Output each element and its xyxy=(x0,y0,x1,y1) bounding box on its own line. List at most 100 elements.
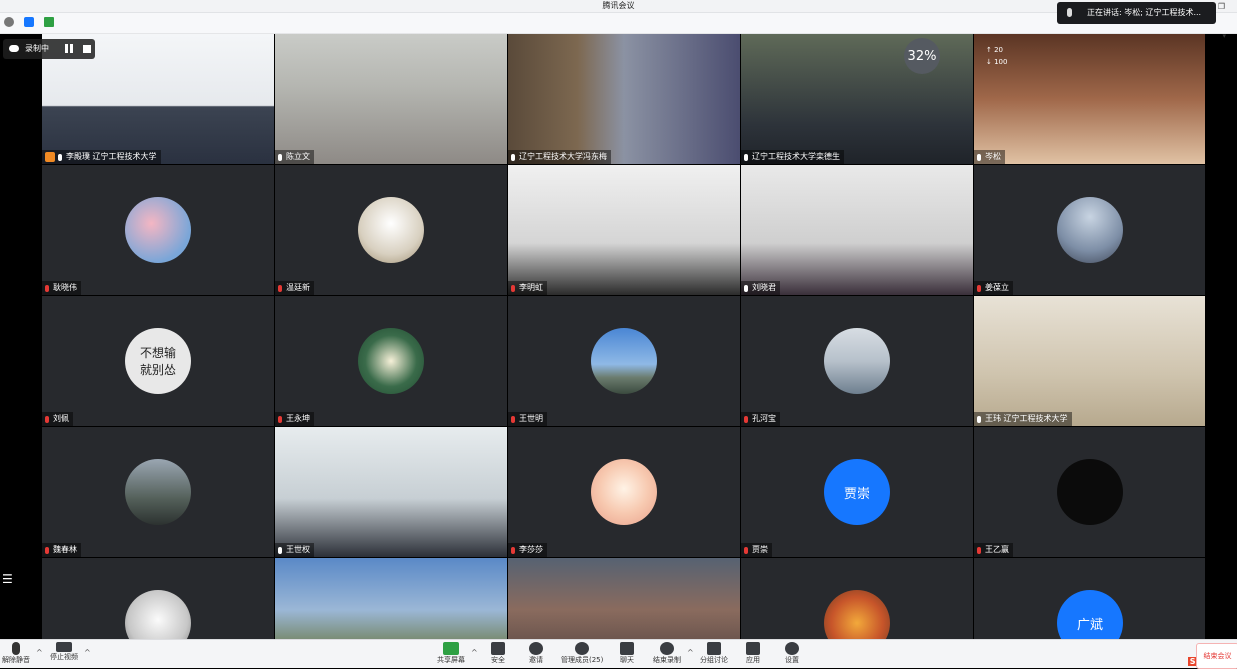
participant-tile[interactable]: 李明虹 xyxy=(508,165,740,295)
chevron-down-icon[interactable]: ▾ xyxy=(1222,32,1226,40)
participant-tile[interactable]: 贾崇 贾崇 xyxy=(741,427,973,557)
mic-icon xyxy=(744,153,748,161)
add-user-icon xyxy=(529,642,543,655)
settings-button[interactable]: 设置 xyxy=(785,642,799,665)
breakout-button[interactable]: 分组讨论 xyxy=(700,642,728,665)
participant-tile[interactable] xyxy=(275,558,507,639)
participant-name: 魏春林 xyxy=(53,545,77,554)
participant-nameplate: 李殿璞 辽宁工程技术大学 xyxy=(42,150,161,164)
participant-name: 温廷新 xyxy=(286,283,310,292)
security-button[interactable]: 安全 xyxy=(491,642,505,665)
participant-tile[interactable]: 王乙赢 xyxy=(974,427,1205,557)
chevron-up-icon[interactable]: ^ xyxy=(687,648,694,657)
chevron-up-icon[interactable]: ^ xyxy=(84,648,91,657)
participant-tile[interactable]: 王世明 xyxy=(508,296,740,426)
participant-name: 孔河宝 xyxy=(752,414,776,423)
restore-icon[interactable]: ❐ xyxy=(1218,2,1225,11)
chevron-up-icon[interactable]: ^ xyxy=(36,648,43,657)
participant-tile[interactable]: 温廷新 xyxy=(275,165,507,295)
apps-button[interactable]: 应用 xyxy=(746,642,760,665)
mic-icon xyxy=(511,153,515,161)
pause-record-button[interactable] xyxy=(65,44,73,53)
breakout-label: 分组讨论 xyxy=(700,656,728,664)
participant-nameplate: 李莎莎 xyxy=(508,543,547,557)
speaking-text: 正在讲话: 岑松; 辽宁工程技术... xyxy=(1087,8,1202,17)
mic-icon xyxy=(58,153,62,161)
participant-nameplate: 辽宁工程技术大学冯东梅 xyxy=(508,150,611,164)
participant-name: 辽宁工程技术大学冯东梅 xyxy=(519,152,607,161)
unmute-button[interactable]: 解除静音 xyxy=(2,642,30,665)
bottom-toolbar: 解除静音 ^ 停止视频 ^ 共享屏幕 ^ 安全 邀请 管理成员(25) 聊天 结… xyxy=(0,639,1237,668)
members-label: 管理成员(25) xyxy=(561,656,604,664)
apps-icon xyxy=(746,642,760,655)
participant-tile[interactable]: 岑松 xyxy=(974,34,1205,164)
participant-tile[interactable]: 魏春林 xyxy=(42,427,274,557)
participant-tile[interactable]: 广斌 xyxy=(974,558,1205,639)
stop-video-button[interactable]: 停止视频 xyxy=(50,642,78,662)
participant-tile[interactable]: 王世权 xyxy=(275,427,507,557)
avatar: 广斌 xyxy=(1057,590,1123,639)
video-feed xyxy=(275,427,507,557)
download-speed: 100 xyxy=(994,58,1008,66)
avatar xyxy=(591,459,657,525)
participant-tile[interactable]: 刘晓君 xyxy=(741,165,973,295)
end-record-button[interactable]: 结束录制 xyxy=(653,642,681,665)
participant-tile[interactable]: 姜葆立 xyxy=(974,165,1205,295)
mic-muted-icon xyxy=(977,284,981,292)
participant-tile[interactable]: 辽宁工程技术大学冯东梅 xyxy=(508,34,740,164)
participant-tile[interactable]: 孔河宝 xyxy=(741,296,973,426)
recording-indicator: 录制中 xyxy=(3,39,95,59)
participant-name: 贾崇 xyxy=(752,545,768,554)
share-screen-button[interactable]: 共享屏幕 xyxy=(437,642,465,665)
end-meeting-button[interactable]: 结束会议 xyxy=(1196,643,1237,669)
mic-muted-icon xyxy=(511,415,515,423)
invite-button[interactable]: 邀请 xyxy=(529,642,543,665)
participant-nameplate: 刘佩 xyxy=(42,412,73,426)
stop-record-button[interactable] xyxy=(83,45,91,53)
avatar xyxy=(358,328,424,394)
participant-tile[interactable] xyxy=(508,558,740,639)
list-menu-icon[interactable]: ☰ xyxy=(2,572,13,586)
participant-name: 王永坤 xyxy=(286,414,310,423)
participant-tile[interactable]: 陈立文 xyxy=(275,34,507,164)
signal-icon[interactable] xyxy=(44,17,54,27)
info-icon[interactable] xyxy=(4,17,14,27)
apps-label: 应用 xyxy=(746,656,760,664)
participant-nameplate: 温廷新 xyxy=(275,281,314,295)
mic-icon xyxy=(278,546,282,554)
participant-tile[interactable] xyxy=(42,558,274,639)
participant-tile[interactable] xyxy=(741,558,973,639)
record-icon xyxy=(660,642,674,655)
speaking-indicator: 正在讲话: 岑松; 辽宁工程技术... xyxy=(1057,2,1216,24)
avatar xyxy=(125,197,191,263)
participant-tile[interactable]: 王玮 辽宁工程技术大学 xyxy=(974,296,1205,426)
shield-icon xyxy=(491,642,505,655)
network-quality[interactable]: 32% xyxy=(904,38,940,74)
members-icon xyxy=(575,642,590,655)
participant-tile[interactable]: 耿晓伟 xyxy=(42,165,274,295)
recording-label: 录制中 xyxy=(25,44,49,53)
participant-tile[interactable]: 李莎莎 xyxy=(508,427,740,557)
video-feed xyxy=(508,34,740,164)
network-speed: ↑ 20 ↓ 100 xyxy=(986,46,1008,66)
participant-nameplate: 李明虹 xyxy=(508,281,547,295)
shield-icon[interactable] xyxy=(24,17,34,27)
mic-muted-icon xyxy=(977,546,981,554)
participant-tile[interactable]: 王永坤 xyxy=(275,296,507,426)
host-icon xyxy=(45,152,55,162)
mic-muted-icon xyxy=(45,546,49,554)
participant-nameplate: 王世明 xyxy=(508,412,547,426)
participant-name: 王玮 辽宁工程技术大学 xyxy=(985,414,1068,423)
video-feed xyxy=(974,296,1205,426)
chevron-up-icon[interactable]: ^ xyxy=(471,648,478,657)
participant-nameplate: 王乙赢 xyxy=(974,543,1013,557)
participant-name: 王世权 xyxy=(286,545,310,554)
participant-nameplate: 王世权 xyxy=(275,543,314,557)
manage-members-button[interactable]: 管理成员(25) xyxy=(561,642,603,665)
chat-button[interactable]: 聊天 xyxy=(620,642,634,665)
participant-name: 李明虹 xyxy=(519,283,543,292)
security-label: 安全 xyxy=(491,656,505,664)
unmute-label: 解除静音 xyxy=(2,656,30,664)
participant-tile[interactable]: 不想输 就别怂 刘佩 xyxy=(42,296,274,426)
video-feed xyxy=(275,558,507,639)
